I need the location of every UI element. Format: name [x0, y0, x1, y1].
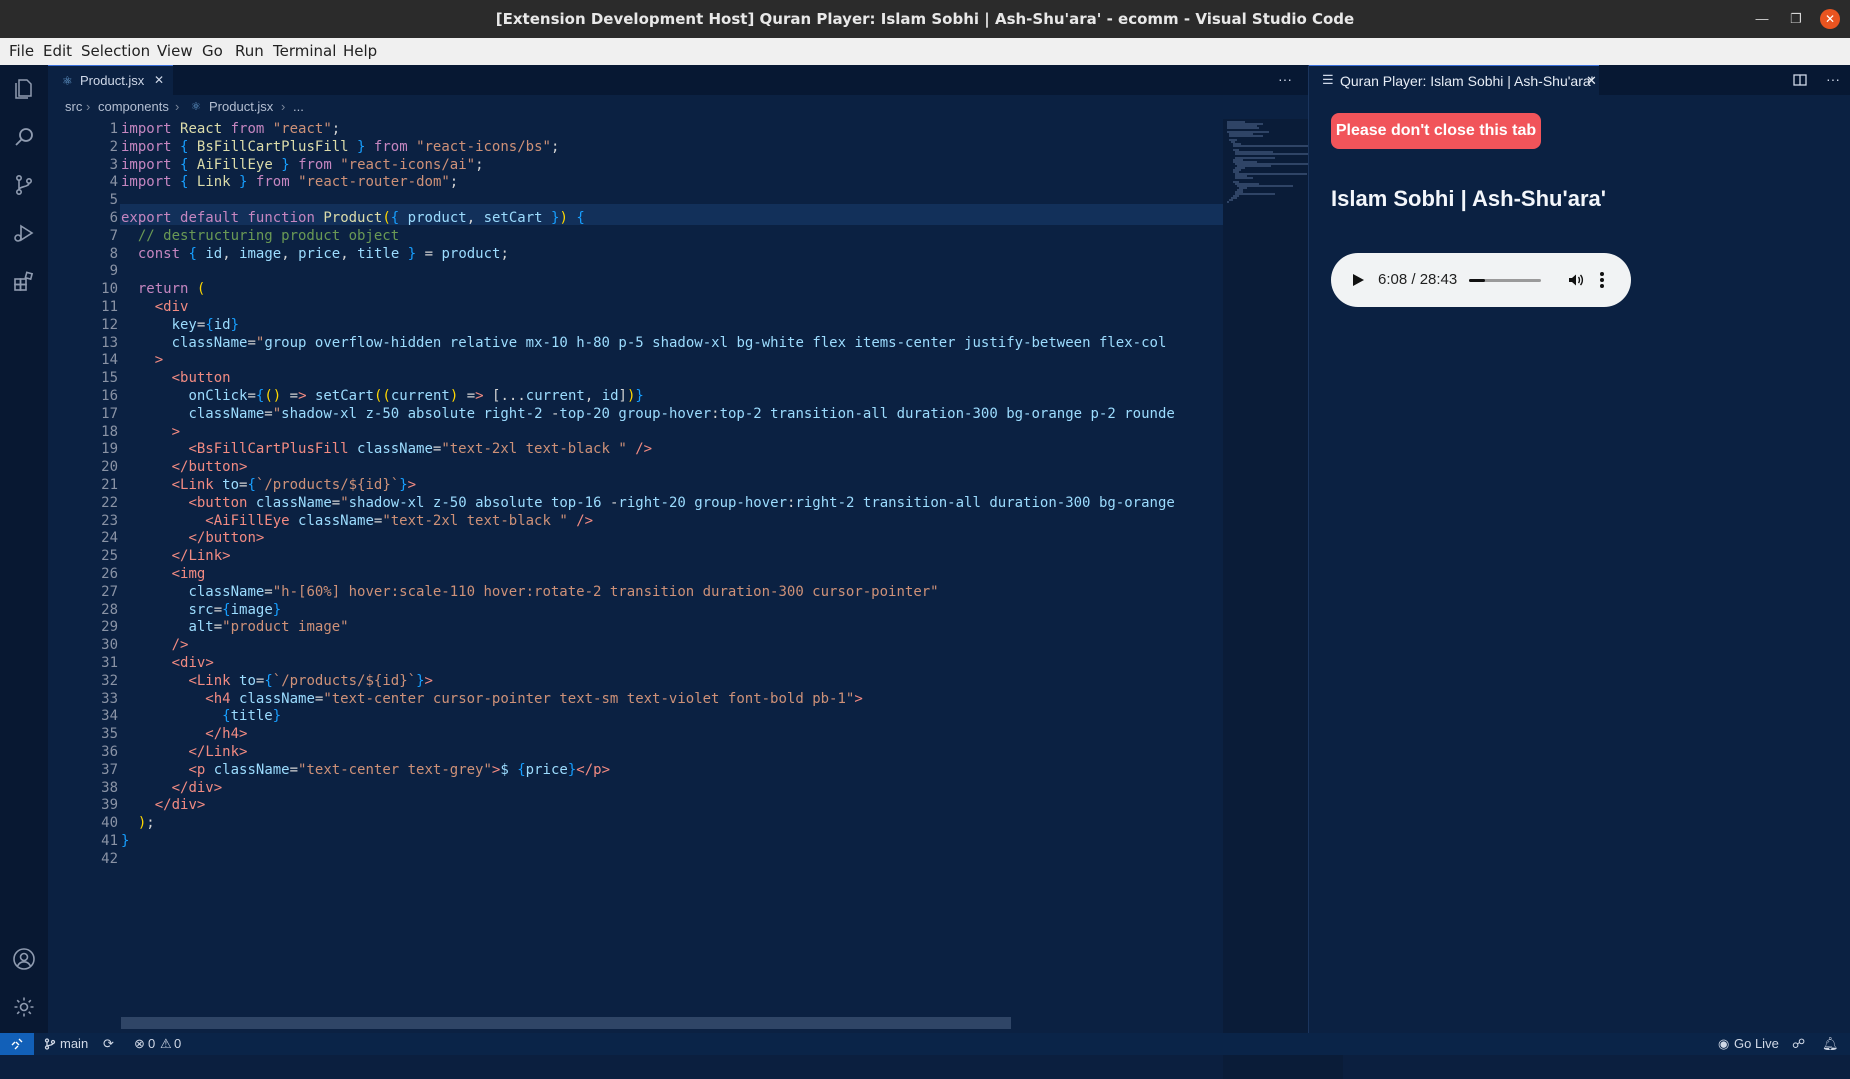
breadcrumb-symbol[interactable]: ...: [293, 95, 304, 119]
more-options-icon[interactable]: [1599, 271, 1605, 289]
menu-view[interactable]: View: [157, 38, 193, 64]
run-debug-icon[interactable]: [12, 221, 36, 245]
title-bar: [Extension Development Host] Quran Playe…: [0, 0, 1850, 38]
close-window-icon[interactable]: ✕: [1820, 9, 1840, 29]
audio-progress-fill: [1469, 279, 1485, 282]
line-number: 42: [101, 850, 118, 867]
volume-icon[interactable]: [1567, 271, 1585, 289]
code-line[interactable]: const { id, image, price, title } = prod…: [121, 244, 509, 265]
breadcrumb: src › components › ⚛ Product.jsx › ...: [48, 95, 1308, 119]
more-actions-icon[interactable]: ···: [1278, 71, 1292, 87]
warning-count[interactable]: 0: [174, 1033, 181, 1055]
window-title: [Extension Development Host] Quran Playe…: [495, 10, 1355, 28]
menu-bar: File Edit Selection View Go Run Terminal…: [0, 38, 1850, 66]
git-branch-icon: [44, 1038, 56, 1050]
go-live-button[interactable]: Go Live: [1734, 1033, 1779, 1055]
remote-icon: [11, 1038, 23, 1050]
split-editor-icon[interactable]: [1793, 73, 1807, 87]
sync-icon[interactable]: ⟳: [103, 1033, 114, 1055]
search-icon[interactable]: [12, 125, 36, 149]
chevron-right-icon: ›: [175, 99, 180, 114]
git-branch[interactable]: main: [60, 1033, 88, 1055]
preview-icon: ☰: [1322, 72, 1334, 87]
manage-gear-icon[interactable]: [12, 995, 36, 1019]
menu-run[interactable]: Run: [235, 38, 264, 64]
source-control-icon[interactable]: [12, 173, 36, 197]
remote-indicator[interactable]: [0, 1033, 34, 1055]
panel-tab-bar: ☰ Quran Player: Islam Sobhi | Ash-Shu'ar…: [1309, 65, 1850, 96]
menu-terminal[interactable]: Terminal: [273, 38, 336, 64]
close-tab-icon[interactable]: ✕: [154, 73, 164, 87]
editor-area: ⚛ Product.jsx ✕ ··· src › components › ⚛…: [48, 65, 1356, 1079]
explorer-icon[interactable]: [12, 77, 36, 101]
extensions-icon[interactable]: [12, 269, 36, 293]
panel-tab-label: Quran Player: Islam Sobhi | Ash-Shu'ara': [1340, 73, 1594, 89]
horizontal-scrollbar[interactable]: [121, 1017, 1011, 1029]
menu-selection[interactable]: Selection: [81, 38, 150, 64]
error-icon[interactable]: ⊗: [134, 1033, 145, 1055]
code-line[interactable]: className="group overflow-hidden relativ…: [121, 333, 1167, 354]
code-editor[interactable]: import React from "react"; import { BsFil…: [121, 119, 1218, 1005]
minimize-icon[interactable]: —: [1752, 9, 1772, 29]
menu-help[interactable]: Help: [343, 38, 377, 64]
tab-quran-player[interactable]: ☰ Quran Player: Islam Sobhi | Ash-Shu'ar…: [1309, 65, 1599, 96]
chevron-right-icon: ›: [86, 99, 91, 114]
close-tab-icon[interactable]: ✕: [1586, 73, 1597, 89]
menu-file[interactable]: File: [9, 38, 34, 64]
more-actions-icon[interactable]: ···: [1826, 71, 1840, 87]
track-title: Islam Sobhi | Ash-Shu'ara': [1331, 186, 1606, 211]
warning-icon[interactable]: ⚠: [160, 1033, 172, 1055]
tab-product-jsx[interactable]: ⚛ Product.jsx ✕: [48, 65, 173, 96]
breadcrumb-file[interactable]: Product.jsx: [209, 95, 273, 119]
status-bar: main ⟳ ⊗ 0 ⚠ 0 ◉ Go Live ☍ 🔔︎: [0, 1033, 1850, 1055]
accounts-icon[interactable]: [12, 947, 36, 971]
error-count[interactable]: 0: [148, 1033, 155, 1055]
breadcrumb-components[interactable]: components: [98, 95, 169, 119]
activity-bar: [0, 65, 48, 1033]
menu-edit[interactable]: Edit: [43, 38, 72, 64]
audio-player: 6:08 / 28:43: [1331, 253, 1631, 307]
code-line[interactable]: }: [121, 831, 129, 852]
menu-go[interactable]: Go: [202, 38, 223, 64]
notifications-bell-icon[interactable]: 🔔︎: [1822, 1033, 1839, 1055]
breadcrumb-src[interactable]: src: [65, 95, 82, 119]
dont-close-warning-button[interactable]: Please don't close this tab: [1331, 113, 1541, 149]
editor-tab-bar: ⚛ Product.jsx ✕ ···: [48, 65, 1308, 96]
code-line[interactable]: className="shadow-xl z-50 absolute right…: [121, 404, 1174, 425]
play-icon[interactable]: [1351, 273, 1365, 287]
chevron-right-icon: ›: [281, 99, 286, 114]
audio-progress-bar[interactable]: [1469, 279, 1541, 282]
tab-label: Product.jsx: [80, 73, 145, 88]
quran-player-panel: ☰ Quran Player: Islam Sobhi | Ash-Shu'ar…: [1308, 65, 1850, 1033]
code-line[interactable]: import { Link } from "react-router-dom";: [121, 172, 458, 193]
restore-icon[interactable]: ❐: [1786, 9, 1806, 29]
react-file-icon: ⚛: [191, 101, 201, 113]
audio-time: 6:08 / 28:43: [1378, 271, 1458, 288]
feedback-icon[interactable]: ☍: [1792, 1033, 1805, 1055]
broadcast-icon: ◉: [1718, 1036, 1730, 1051]
react-file-icon: ⚛: [62, 74, 73, 88]
